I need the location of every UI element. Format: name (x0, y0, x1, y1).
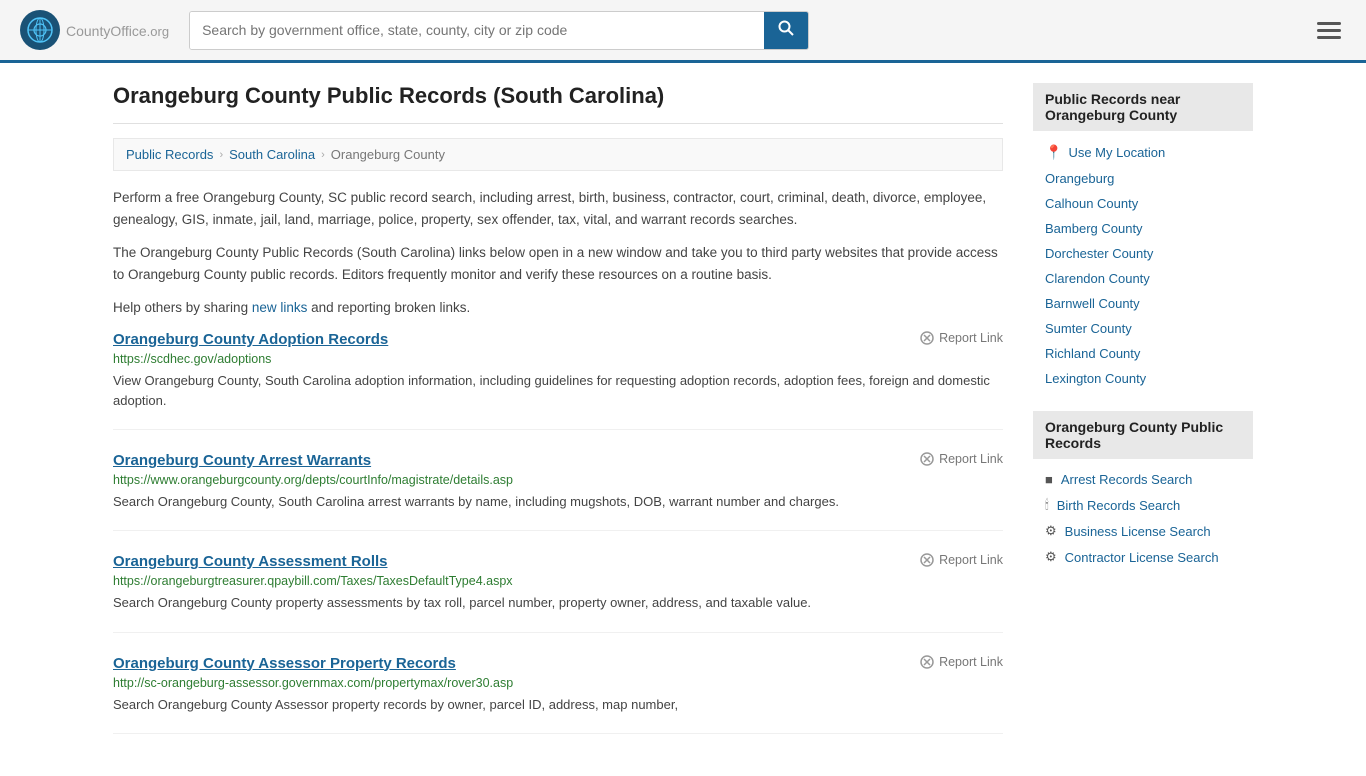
pin-icon: 📍 (1045, 144, 1062, 161)
breadcrumb-public-records[interactable]: Public Records (126, 147, 213, 162)
record-title[interactable]: Orangeburg County Arrest Warrants (113, 452, 371, 469)
record-description: Search Orangeburg County, South Carolina… (113, 492, 1003, 512)
sidebar: Public Records near Orangeburg County 📍 … (1033, 83, 1253, 756)
record-title[interactable]: Orangeburg County Assessor Property Reco… (113, 655, 456, 672)
sidebar-record-item[interactable]: ⚙ Contractor License Search (1033, 544, 1253, 570)
record-type-icon: ⚙ (1045, 523, 1057, 539)
record-header: Orangeburg County Adoption Records Repor… (113, 331, 1003, 348)
logo-text: CountyOffice.org (66, 20, 169, 41)
record-url[interactable]: https://scdhec.gov/adoptions (113, 352, 1003, 366)
records-sidebar-title: Orangeburg County Public Records (1033, 411, 1253, 459)
main-content: Orangeburg County Public Records (South … (113, 83, 1003, 756)
report-link[interactable]: Report Link (920, 655, 1003, 669)
report-link[interactable]: Report Link (920, 452, 1003, 466)
breadcrumb: Public Records › South Carolina › Orange… (113, 138, 1003, 171)
records-list: Orangeburg County Adoption Records Repor… (113, 331, 1003, 734)
records-sidebar-section: Orangeburg County Public Records ■ Arres… (1033, 411, 1253, 570)
breadcrumb-sep2: › (321, 149, 325, 161)
search-input[interactable] (190, 12, 764, 49)
report-link[interactable]: Report Link (920, 553, 1003, 567)
report-link[interactable]: Report Link (920, 331, 1003, 345)
sidebar-record-item[interactable]: ■ Arrest Records Search (1033, 467, 1253, 492)
new-links-link[interactable]: new links (252, 300, 308, 315)
menu-line (1317, 36, 1341, 39)
sidebar-record-label: Contractor License Search (1065, 550, 1219, 565)
record-entry: Orangeburg County Assessment Rolls Repor… (113, 553, 1003, 632)
nearby-link[interactable]: Orangeburg (1033, 166, 1253, 191)
menu-line (1317, 29, 1341, 32)
record-type-icon: ⚙ (1045, 549, 1057, 565)
record-description: View Orangeburg County, South Carolina a… (113, 371, 1003, 411)
description-2: The Orangeburg County Public Records (So… (113, 242, 1003, 285)
report-icon (920, 452, 934, 466)
report-icon (920, 655, 934, 669)
record-description: Search Orangeburg County Assessor proper… (113, 695, 1003, 715)
description-1: Perform a free Orangeburg County, SC pub… (113, 187, 1003, 230)
record-description: Search Orangeburg County property assess… (113, 593, 1003, 613)
nearby-link[interactable]: Barnwell County (1033, 291, 1253, 316)
menu-button[interactable] (1312, 17, 1346, 44)
record-header: Orangeburg County Assessor Property Reco… (113, 655, 1003, 672)
logo[interactable]: CountyOffice.org (20, 10, 169, 50)
sidebar-record-item[interactable]: ⚙ Business License Search (1033, 518, 1253, 544)
record-entry: Orangeburg County Arrest Warrants Report… (113, 452, 1003, 531)
search-button[interactable] (764, 12, 808, 49)
nearby-link[interactable]: Dorchester County (1033, 241, 1253, 266)
search-bar (189, 11, 809, 50)
sidebar-records-list: ■ Arrest Records Search 🕯 Birth Records … (1033, 467, 1253, 570)
breadcrumb-sep: › (219, 149, 223, 161)
nearby-links: OrangeburgCalhoun CountyBamberg CountyDo… (1033, 166, 1253, 391)
record-url[interactable]: http://sc-orangeburg-assessor.governmax.… (113, 676, 1003, 690)
sidebar-record-label: Business License Search (1065, 524, 1211, 539)
nearby-link[interactable]: Clarendon County (1033, 266, 1253, 291)
record-type-icon: ■ (1045, 472, 1053, 487)
sidebar-record-item[interactable]: 🕯 Birth Records Search (1033, 492, 1253, 518)
record-title[interactable]: Orangeburg County Assessment Rolls (113, 553, 388, 570)
menu-line (1317, 22, 1341, 25)
record-header: Orangeburg County Assessment Rolls Repor… (113, 553, 1003, 570)
record-title[interactable]: Orangeburg County Adoption Records (113, 331, 388, 348)
record-url[interactable]: https://www.orangeburgcounty.org/depts/c… (113, 473, 1003, 487)
main-container: Orangeburg County Public Records (South … (93, 63, 1273, 776)
report-icon (920, 331, 934, 345)
page-title: Orangeburg County Public Records (South … (113, 83, 1003, 124)
nearby-title: Public Records near Orangeburg County (1033, 83, 1253, 131)
record-entry: Orangeburg County Adoption Records Repor… (113, 331, 1003, 430)
record-header: Orangeburg County Arrest Warrants Report… (113, 452, 1003, 469)
nearby-link[interactable]: Bamberg County (1033, 216, 1253, 241)
sidebar-record-label: Arrest Records Search (1061, 472, 1193, 487)
nearby-section: Public Records near Orangeburg County 📍 … (1033, 83, 1253, 391)
nearby-link[interactable]: Richland County (1033, 341, 1253, 366)
sidebar-record-label: Birth Records Search (1057, 498, 1181, 513)
report-icon (920, 553, 934, 567)
record-type-icon: 🕯 (1045, 497, 1049, 513)
site-header: CountyOffice.org (0, 0, 1366, 63)
breadcrumb-south-carolina[interactable]: South Carolina (229, 147, 315, 162)
logo-icon (20, 10, 60, 50)
use-location-btn[interactable]: 📍 Use My Location (1033, 139, 1253, 166)
nearby-link[interactable]: Lexington County (1033, 366, 1253, 391)
breadcrumb-current: Orangeburg County (331, 147, 445, 162)
record-url[interactable]: https://orangeburgtreasurer.qpaybill.com… (113, 574, 1003, 588)
description-3: Help others by sharing new links and rep… (113, 297, 1003, 319)
record-entry: Orangeburg County Assessor Property Reco… (113, 655, 1003, 734)
nearby-link[interactable]: Calhoun County (1033, 191, 1253, 216)
nearby-link[interactable]: Sumter County (1033, 316, 1253, 341)
